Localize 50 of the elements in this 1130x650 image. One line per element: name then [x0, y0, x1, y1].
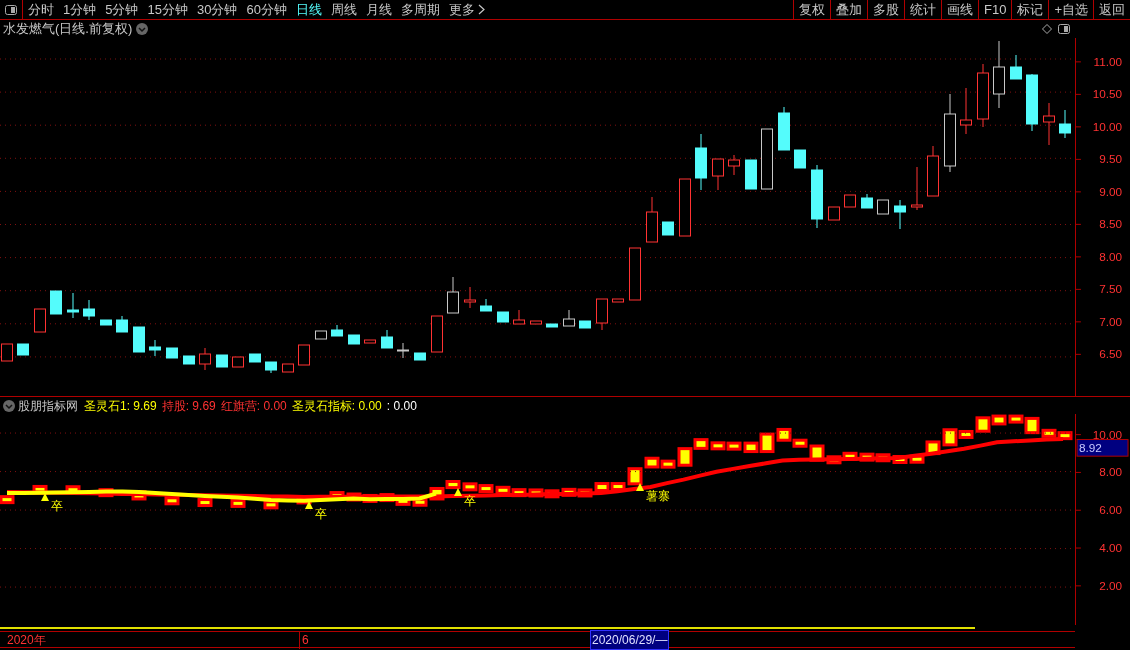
axis-label: 8.50	[1099, 217, 1123, 231]
period-tab[interactable]: 周线	[330, 0, 357, 20]
date-label: 2020年	[0, 630, 300, 649]
axis-label: 11.00	[1093, 54, 1123, 68]
indicator-value: : 0.00	[386, 397, 417, 415]
period-tab[interactable]: 15分钟	[147, 0, 188, 20]
period-tab[interactable]: 分时	[28, 0, 54, 20]
indicator-value: 持股: 9.69	[161, 397, 216, 415]
axis-label: 4.00	[1099, 540, 1123, 554]
toolbar-button[interactable]: F10	[978, 0, 1012, 19]
period-tab[interactable]: 1分钟	[63, 0, 97, 20]
indicator-value: 红旗营: 0.00	[220, 397, 287, 415]
signal-label: 薯寨	[646, 489, 670, 503]
axis-label: 10.00	[1092, 427, 1123, 441]
date-label: 6	[301, 631, 310, 649]
toolbar-button[interactable]: 统计	[904, 0, 941, 19]
axis-label: 8.00	[1099, 249, 1123, 263]
toolbar-button[interactable]: 标记	[1011, 0, 1049, 19]
chart-title: 水发燃气(日线.前复权)	[2, 20, 133, 39]
axis-label: 10.50	[1092, 87, 1123, 101]
axis-label: 9.50	[1099, 152, 1123, 166]
indicator-value: 圣灵石指标: 0.00	[291, 397, 382, 415]
period-tab[interactable]: 日线	[295, 0, 322, 20]
axis-label: 2.00	[1099, 578, 1123, 592]
axis-label: 8.00	[1099, 465, 1123, 479]
period-tab[interactable]: 更多	[448, 0, 485, 20]
period-tab[interactable]: 60分钟	[246, 0, 287, 20]
period-tab[interactable]: 多周期	[400, 0, 440, 20]
toolbar-button[interactable]: 返回	[1093, 0, 1130, 19]
axis-label: 6.00	[1099, 503, 1123, 517]
period-tab[interactable]: 30分钟	[196, 0, 238, 20]
period-tab[interactable]: 月线	[365, 0, 392, 20]
indicator-name: 股朋指标网	[18, 397, 78, 415]
signal-label: 卒	[464, 494, 476, 508]
period-tab[interactable]: 5分钟	[105, 0, 139, 20]
axis-label: 6.50	[1099, 347, 1123, 361]
cursor-date: 2020/06/29/—	[590, 629, 670, 650]
current-value: 8.92	[1078, 441, 1102, 455]
toolbar-button[interactable]: 画线	[941, 0, 978, 19]
signal-label: 卒	[315, 507, 327, 521]
toolbar-button[interactable]: 叠加	[830, 0, 867, 19]
axis-label: 10.00	[1092, 119, 1123, 133]
toolbar-button[interactable]: 多股	[867, 0, 904, 19]
indicator-value: 圣灵石1: 9.69	[84, 397, 157, 415]
axis-label: 9.00	[1099, 184, 1123, 198]
toolbar-button[interactable]: 复权	[793, 0, 830, 19]
axis-label: 7.50	[1099, 282, 1123, 296]
toolbar-button[interactable]: +自选	[1048, 0, 1093, 19]
signal-label: 卒	[51, 499, 63, 513]
axis-label: 7.00	[1099, 314, 1123, 328]
